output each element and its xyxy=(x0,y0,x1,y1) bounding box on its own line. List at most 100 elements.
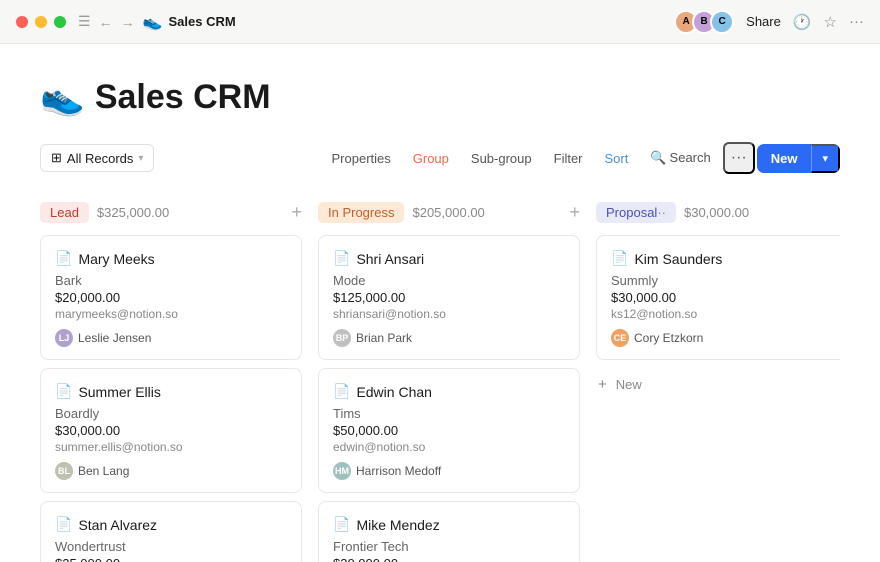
assignee-name: Ben Lang xyxy=(78,464,129,478)
card-name-row: 📄 Stan Alvarez xyxy=(55,516,287,533)
avatar: BP xyxy=(333,329,351,347)
board: Lead $325,000.00 + 📄Mary MeeksBark$20,000.0… xyxy=(40,202,840,562)
plus-icon: + xyxy=(598,376,607,393)
card-name-row: 📄Mary Meeks xyxy=(55,250,287,267)
minimize-button[interactable] xyxy=(35,16,47,28)
column-proposal: Proposal ··$30,000.00+📄Kim SaundersSumml… xyxy=(596,202,840,562)
doc-icon: 📄 xyxy=(611,250,628,267)
column-amount-lead: $325,000.00 xyxy=(97,205,169,220)
card-person-name: Shri Ansari xyxy=(356,251,424,267)
column-inprogress: In Progress $205,000.00 + 📄 Shri Ansari Mode $… xyxy=(318,202,580,562)
card-person-name: Stan Alvarez xyxy=(78,517,157,533)
all-records-button[interactable]: ⊞ All Records ▾ xyxy=(40,144,154,172)
card-amount: $30,000.00 xyxy=(611,290,840,305)
avatar-3[interactable]: C xyxy=(710,10,734,34)
status-badge-proposal[interactable]: Proposal ·· xyxy=(596,202,676,223)
card-email: summer.ellis@notion.so xyxy=(55,440,287,454)
card-name-row: 📄Kim Saunders xyxy=(611,250,840,267)
card-assignee: BP Brian Park xyxy=(333,329,565,347)
traffic-lights xyxy=(16,16,66,28)
card-email: marymeeks@notion.so xyxy=(55,307,287,321)
new-card-label: New xyxy=(616,377,642,392)
table-row[interactable]: 📄 Shri Ansari Mode $125,000.00 shriansari@no… xyxy=(318,235,580,360)
main-content: 👟 Sales CRM ⊞ All Records ▾ Properties G… xyxy=(0,44,880,562)
doc-icon: 📄 xyxy=(333,383,350,400)
forward-icon[interactable]: → xyxy=(121,14,135,30)
card-company: Boardly xyxy=(55,406,287,421)
card-amount: $25,000.00 xyxy=(55,556,287,562)
search-button[interactable]: 🔍Search xyxy=(640,145,720,171)
column-lead: Lead $325,000.00 + 📄Mary MeeksBark$20,000.0… xyxy=(40,202,302,562)
status-badge-lead[interactable]: Lead xyxy=(40,202,89,223)
page-emoji-icon: 👟 xyxy=(143,12,163,32)
card-company: Mode xyxy=(333,273,565,288)
table-row[interactable]: 📄Summer EllisBoardly$30,000.00summer.ell… xyxy=(40,368,302,493)
new-dropdown-button[interactable]: ▾ xyxy=(811,144,840,173)
card-amount: $125,000.00 xyxy=(333,290,565,305)
subgroup-button[interactable]: Sub-group xyxy=(461,146,542,171)
table-row[interactable]: 📄Stan AlvarezWondertrust$25,000.00stan@n… xyxy=(40,501,302,562)
fullscreen-button[interactable] xyxy=(54,16,66,28)
sort-button[interactable]: Sort xyxy=(595,146,639,171)
card-company: Frontier Tech xyxy=(333,539,565,554)
add-card-button-inprogress[interactable]: + xyxy=(569,202,580,223)
search-icon: 🔍 xyxy=(650,150,666,165)
properties-button[interactable]: Properties xyxy=(322,146,401,171)
dropdown-chevron-icon: ▾ xyxy=(138,153,143,164)
more-options-icon[interactable]: ··· xyxy=(849,13,864,30)
page-title: Sales CRM xyxy=(95,78,271,117)
toolbar-actions: Properties Group Sub-group Filter Sort 🔍… xyxy=(322,142,840,174)
nav-icons: ☰ ← → xyxy=(78,13,135,30)
table-row[interactable]: 📄Edwin ChanTims$50,000.00edwin@notion.so… xyxy=(318,368,580,493)
card-company: Tims xyxy=(333,406,565,421)
avatar: BL xyxy=(55,462,73,480)
card-amount: $30,000.00 xyxy=(55,423,287,438)
table-icon: ⊞ xyxy=(51,150,62,166)
status-badge-inprogress[interactable]: In Progress xyxy=(318,202,404,223)
avatars-group: A B C xyxy=(674,10,734,34)
filter-button[interactable]: Filter xyxy=(544,146,593,171)
card-assignee: LJ Leslie Jensen xyxy=(55,329,287,347)
card-company: Summly xyxy=(611,273,840,288)
titlebar: ☰ ← → 👟 Sales CRM A B C Share 🕐 ☆ ··· xyxy=(0,0,880,44)
assignee-name: Brian Park xyxy=(356,331,412,345)
proposal-options-icon[interactable]: ·· xyxy=(657,205,666,220)
card-person-name: Mary Meeks xyxy=(78,251,154,267)
column-header-proposal: Proposal ··$30,000.00+ xyxy=(596,202,840,223)
app-title: Sales CRM xyxy=(168,14,235,29)
doc-icon: 📄 xyxy=(333,250,350,267)
share-button[interactable]: Share xyxy=(746,14,781,29)
card-person-name: Mike Mendez xyxy=(356,517,439,533)
sidebar-toggle-icon[interactable]: ☰ xyxy=(78,13,91,30)
more-toolbar-icon[interactable]: ··· xyxy=(723,142,755,174)
card-company: Wondertrust xyxy=(55,539,287,554)
table-row[interactable]: 📄Kim Saunders Summly $30,000.00 ks12@notion… xyxy=(596,235,840,360)
all-records-label: All Records xyxy=(67,151,133,166)
close-button[interactable] xyxy=(16,16,28,28)
card-assignee: BL Ben Lang xyxy=(55,462,287,480)
card-name-row: 📄 Edwin Chan xyxy=(333,383,565,400)
add-card-button-lead[interactable]: + xyxy=(291,202,302,223)
card-email: edwin@notion.so xyxy=(333,440,565,454)
card-email: ks12@notion.so xyxy=(611,307,840,321)
assignee-name: Leslie Jensen xyxy=(78,331,151,345)
group-button[interactable]: Group xyxy=(403,146,459,171)
assignee-name: Cory Etzkorn xyxy=(634,331,703,345)
new-card-button-proposal[interactable]: + New xyxy=(596,368,840,401)
card-email: shriansari@notion.so xyxy=(333,307,565,321)
new-btn-container: New ▾ xyxy=(757,144,840,173)
doc-icon: 📄 xyxy=(55,516,72,533)
avatar: CE xyxy=(611,329,629,347)
table-row[interactable]: 📄Mike MendezFrontier Tech$30,000.00mike@… xyxy=(318,501,580,562)
page-header: 👟 Sales CRM xyxy=(40,76,840,118)
back-icon[interactable]: ← xyxy=(99,14,113,30)
card-name-row: 📄 Shri Ansari xyxy=(333,250,565,267)
history-icon[interactable]: 🕐 xyxy=(793,13,812,31)
table-row[interactable]: 📄Mary MeeksBark$20,000.00marymeeks@notio… xyxy=(40,235,302,360)
new-button[interactable]: New xyxy=(757,145,812,172)
favorite-icon[interactable]: ☆ xyxy=(824,13,837,31)
card-assignee: HMHarrison Medoff xyxy=(333,462,565,480)
card-person-name: Edwin Chan xyxy=(356,384,432,400)
column-amount-inprogress: $205,000.00 xyxy=(412,205,484,220)
avatar: LJ xyxy=(55,329,73,347)
